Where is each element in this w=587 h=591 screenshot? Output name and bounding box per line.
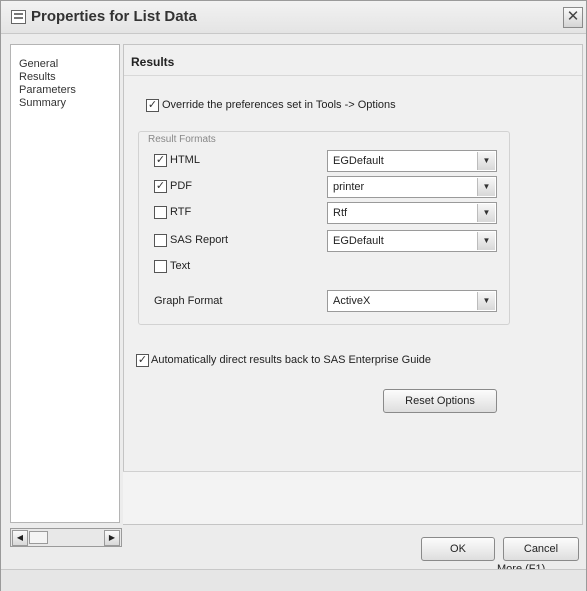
nav-item-summary[interactable]: Summary <box>19 97 66 109</box>
sas-report-style-value: EGDefault <box>333 235 384 247</box>
nav-item-results[interactable]: Results <box>19 71 56 83</box>
properties-icon <box>11 10 26 24</box>
scroll-thumb[interactable] <box>29 531 48 544</box>
pdf-checkbox[interactable]: ✓ <box>154 180 167 193</box>
pdf-label: PDF <box>170 180 192 192</box>
result-formats-label: Result Formats <box>148 134 216 145</box>
sas-report-style-select[interactable]: EGDefault ▼ <box>327 230 497 252</box>
cancel-button[interactable]: Cancel <box>503 537 579 561</box>
html-style-select[interactable]: EGDefault ▼ <box>327 150 497 172</box>
nav-item-parameters[interactable]: Parameters <box>19 84 76 96</box>
pdf-style-value: printer <box>333 181 365 193</box>
graph-format-select[interactable]: ActiveX ▼ <box>327 290 497 312</box>
help-area: More (F1) <box>123 471 581 575</box>
status-bar <box>1 569 586 591</box>
rtf-style-select[interactable]: Rtf ▼ <box>327 202 497 224</box>
graph-format-value: ActiveX <box>333 295 371 307</box>
override-label: Override the preferences set in Tools ->… <box>162 99 396 111</box>
text-checkbox[interactable] <box>154 260 167 273</box>
chevron-down-icon[interactable]: ▼ <box>477 204 495 222</box>
html-style-value: EGDefault <box>333 155 384 167</box>
sas-report-label: SAS Report <box>170 234 229 246</box>
graph-format-label: Graph Format <box>154 295 223 307</box>
divider <box>124 75 582 76</box>
reset-options-button[interactable]: Reset Options <box>383 389 497 413</box>
nav-item-general[interactable]: General <box>19 58 58 70</box>
chevron-down-icon[interactable]: ▼ <box>477 292 495 310</box>
rtf-checkbox[interactable] <box>154 206 167 219</box>
properties-dialog: Properties for List Data ✕ General Resul… <box>0 0 587 591</box>
chevron-down-icon[interactable]: ▼ <box>477 152 495 170</box>
rtf-label: RTF <box>170 206 192 218</box>
rtf-style-value: Rtf <box>333 207 348 219</box>
chevron-down-icon[interactable]: ▼ <box>477 178 495 196</box>
scroll-right-icon[interactable]: ▶ <box>104 530 120 546</box>
window-title: Properties for List Data <box>31 8 197 25</box>
auto-direct-checkbox[interactable]: ✓ <box>136 354 149 367</box>
sas-report-checkbox[interactable] <box>154 234 167 247</box>
chevron-down-icon[interactable]: ▼ <box>477 232 495 250</box>
html-checkbox[interactable]: ✓ <box>154 154 167 167</box>
ok-button[interactable]: OK <box>421 537 495 561</box>
nav-panel: General Results Parameters Summary <box>10 44 120 523</box>
html-label: HTML <box>170 154 200 166</box>
override-checkbox[interactable]: ✓ <box>146 99 159 112</box>
scroll-left-icon[interactable]: ◀ <box>12 530 28 546</box>
text-label: Text <box>170 260 191 272</box>
auto-direct-label: Automatically direct results back to SAS… <box>151 354 432 366</box>
close-button[interactable]: ✕ <box>563 7 583 28</box>
page-title: Results <box>131 55 175 69</box>
nav-horizontal-scrollbar[interactable]: ◀ ▶ <box>10 528 122 547</box>
pdf-style-select[interactable]: printer ▼ <box>327 176 497 198</box>
title-bar: Properties for List Data ✕ <box>1 1 586 34</box>
